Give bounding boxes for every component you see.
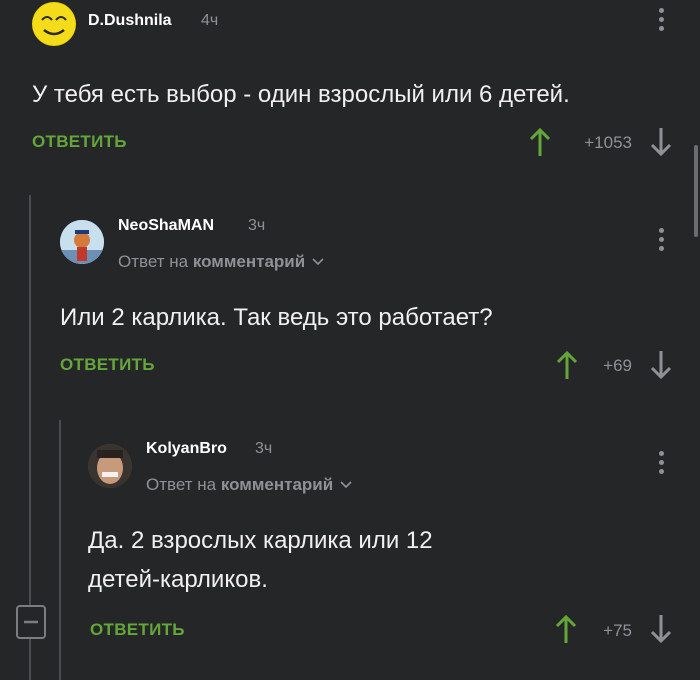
reply-button[interactable]: ОТВЕТИТЬ [32,132,127,152]
author-name[interactable]: KolyanBro [146,440,227,458]
avatar[interactable] [32,2,76,46]
reply-to-link[interactable]: Ответ на комментарий [146,475,352,495]
avatar[interactable] [60,220,104,264]
comment-text: Или 2 карлика. Так ведь это работает? [60,304,493,331]
timestamp: 4ч [201,12,219,29]
score: +75 [603,621,632,640]
chevron-down-icon [340,481,352,489]
upvote-icon[interactable] [529,126,551,158]
reply-to-link[interactable]: Ответ на комментарий [118,252,324,272]
downvote-icon[interactable] [650,613,672,645]
collapse-icon [24,620,38,624]
author-name[interactable]: D.Dushnila [88,12,172,30]
timestamp: 3ч [255,440,273,457]
thread-line-level2 [59,420,61,680]
downvote-icon[interactable] [650,126,672,158]
reply-prefix: Ответ на [146,475,217,494]
reply-button[interactable]: ОТВЕТИТЬ [60,355,155,375]
reply-target[interactable]: комментарий [193,252,305,271]
avatar[interactable] [88,444,132,488]
more-icon[interactable] [658,8,664,32]
author-name[interactable]: NeoShaMAN [118,217,214,235]
timestamp: 3ч [248,217,266,234]
reply-button[interactable]: ОТВЕТИТЬ [90,620,185,640]
downvote-icon[interactable] [650,349,672,381]
comment-text: У тебя есть выбор - один взрослый или 6 … [32,81,570,108]
chevron-down-icon [312,258,324,266]
comment-text-line2: детей-карликов. [88,566,268,593]
smiley-face-icon [33,3,75,45]
score: +69 [603,356,632,375]
cartoon-avatar-icon [60,220,104,264]
reply-target[interactable]: комментарий [221,475,333,494]
score: +1053 [584,133,632,152]
more-icon[interactable] [658,451,664,475]
more-icon[interactable] [658,228,664,252]
photo-avatar-icon [88,444,132,488]
collapse-button[interactable] [16,605,46,639]
reply-prefix: Ответ на [118,252,189,271]
comment-text-line1: Да. 2 взрослых карлика или 12 [88,527,433,554]
scrollbar[interactable] [694,145,698,237]
